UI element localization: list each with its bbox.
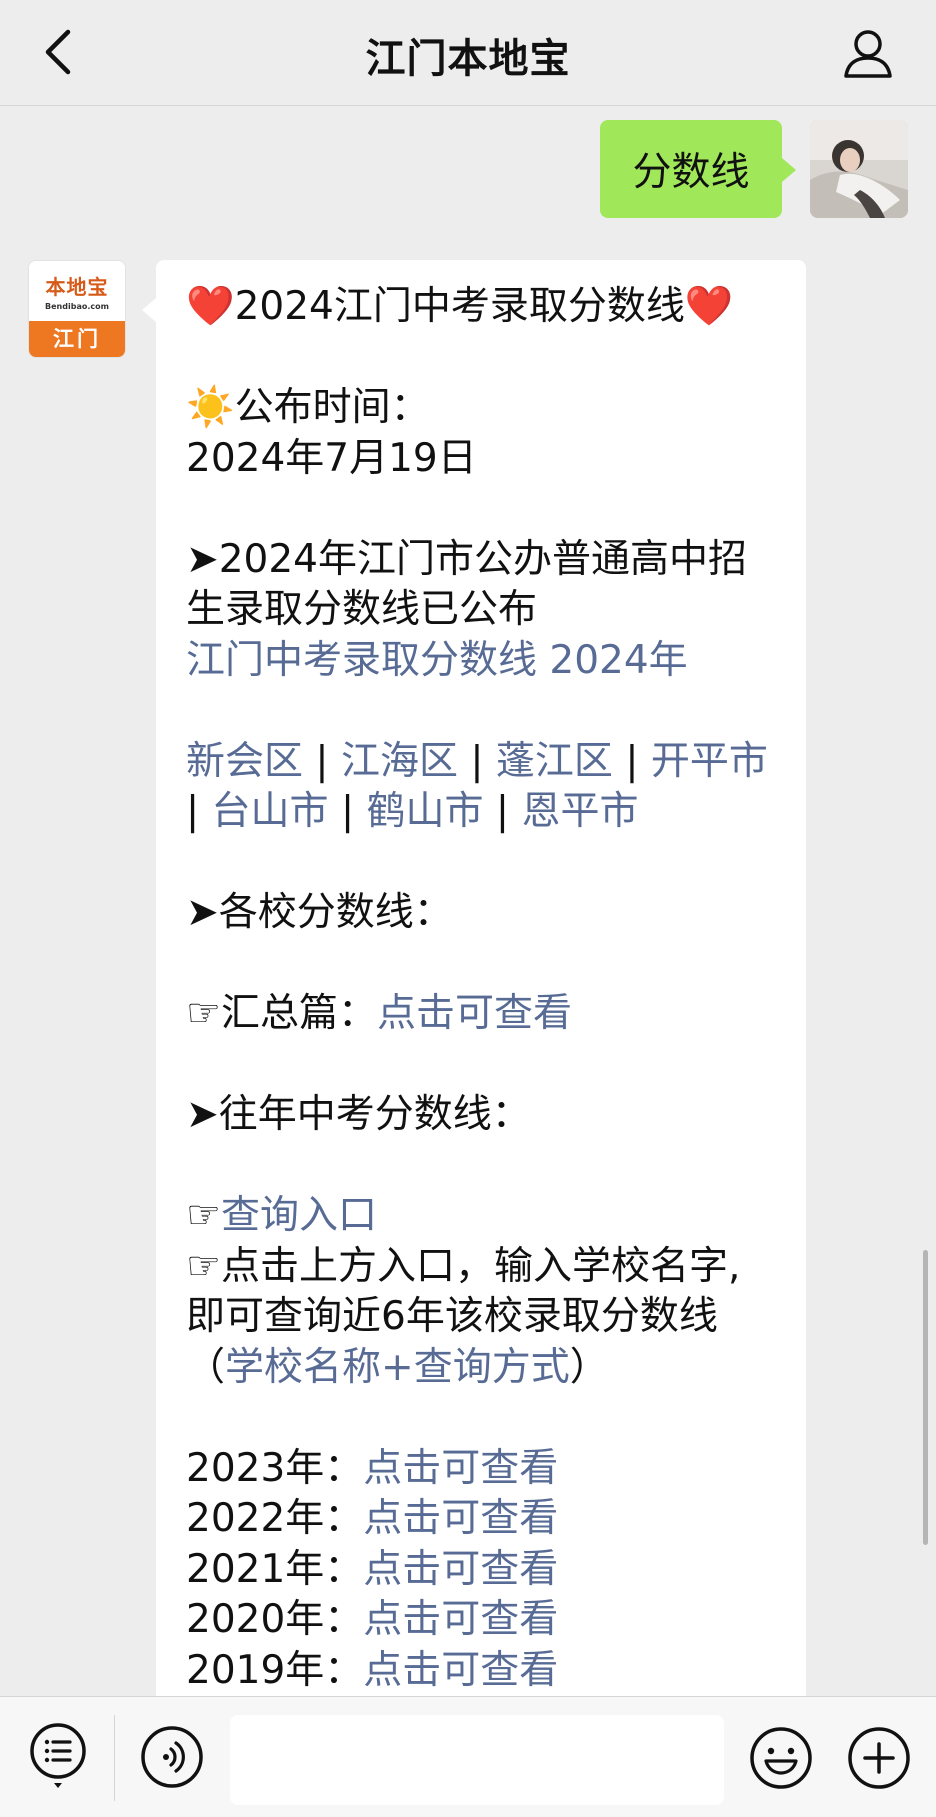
year-row: 2021年：点击可查看 xyxy=(186,1545,778,1596)
sent-message-row: 分数线 xyxy=(588,120,908,220)
query-desc-2: 即可查询近6年该校录取分数线 xyxy=(186,1294,718,1339)
voice-button[interactable] xyxy=(140,1725,204,1789)
avatar-photo xyxy=(810,120,908,218)
voice-icon xyxy=(141,1726,203,1788)
district-link-heshan[interactable]: 鹤山市 xyxy=(367,789,484,834)
scrollbar[interactable] xyxy=(923,1250,928,1545)
plus-icon xyxy=(848,1727,910,1789)
bot-avatar[interactable]: 本地宝 Bendibao.com 江门 xyxy=(28,260,126,358)
query-desc-1: 点击上方入口，输入学校名字, xyxy=(220,1243,741,1289)
list-menu-icon xyxy=(30,1723,86,1788)
query-entry-link[interactable]: 查询入口 xyxy=(221,1193,377,1238)
pointing-hand-icon: ☞ xyxy=(186,1243,221,1289)
query-hint-line: （学校名称+查询方式） xyxy=(186,1344,609,1390)
emoji-button[interactable] xyxy=(748,1725,814,1791)
input-bar xyxy=(0,1696,936,1817)
reply-heading: ❤️2024江门中考录取分数线❤️ xyxy=(186,282,778,333)
year-label: 2020年： xyxy=(186,1597,364,1642)
publish-label: 公布时间： xyxy=(234,385,430,430)
heart-icon: ❤️ xyxy=(186,284,235,329)
past-label-line: ➤往年中考分数线： xyxy=(186,1090,778,1141)
profile-button[interactable] xyxy=(838,24,898,84)
arrow-icon: ➤ xyxy=(186,1092,219,1137)
district-link-pengjiang[interactable]: 蓬江区 xyxy=(496,739,613,784)
avatar-city: 江门 xyxy=(29,321,125,357)
past-label: 往年中考分数线： xyxy=(218,1092,531,1137)
notice-text-1: 2024年江门市公办普通高中招 xyxy=(218,536,747,582)
district-links-row-2: | 台山市 | 鹤山市 | 恩平市 xyxy=(186,789,639,834)
sent-message-bubble[interactable]: 分数线 xyxy=(600,120,796,218)
district-link-kaiping[interactable]: 开平市 xyxy=(651,739,768,784)
smiley-icon xyxy=(750,1727,812,1789)
main-score-link[interactable]: 江门中考录取分数线 2024年 xyxy=(186,638,688,683)
query-hint-link[interactable]: 学校名称+查询方式 xyxy=(225,1345,570,1390)
arrow-icon: ➤ xyxy=(186,536,219,582)
summary-line: ☞汇总篇：点击可查看 xyxy=(186,989,778,1040)
summary-link[interactable]: 点击可查看 xyxy=(377,991,572,1036)
schools-label-line: ➤各校分数线： xyxy=(186,888,778,939)
district-link-xinhui[interactable]: 新会区 xyxy=(186,739,303,784)
arrow-icon: ➤ xyxy=(186,890,219,935)
year-row: 2022年：点击可查看 xyxy=(186,1494,778,1545)
summary-label: 汇总篇： xyxy=(220,991,377,1036)
year-link-2021[interactable]: 点击可查看 xyxy=(363,1547,558,1592)
notice-line-1: ➤2024年江门市公办普通高中招 xyxy=(186,535,778,586)
publish-date: 2024年7月19日 xyxy=(186,435,477,481)
year-label: 2019年： xyxy=(186,1647,364,1693)
heart-icon: ❤️ xyxy=(684,284,734,329)
message-input[interactable] xyxy=(230,1715,724,1805)
avatar-domain: Bendibao.com xyxy=(45,302,109,311)
chat-title: 江门本地宝 xyxy=(365,36,571,82)
year-row: 2020年：点击可查看 xyxy=(186,1595,778,1646)
year-row: 2023年：点击可查看 xyxy=(186,1444,778,1495)
publish-label-line: ☀️公布时间： xyxy=(186,383,778,434)
year-link-2020[interactable]: 点击可查看 xyxy=(363,1597,558,1642)
district-link-taishan[interactable]: 台山市 xyxy=(212,789,329,834)
received-message-bubble: ❤️2024江门中考录取分数线❤️ ☀️公布时间： 2024年7月19日 ➤20… xyxy=(142,260,806,1817)
year-label: 2021年： xyxy=(186,1546,364,1592)
notice-line-2: 生录取分数线已公布 xyxy=(186,587,538,632)
more-button[interactable] xyxy=(846,1725,912,1791)
heading-text: 2024江门中考录取分数线 xyxy=(234,284,685,329)
avatar-logo: 本地宝 Bendibao.com xyxy=(29,261,125,323)
chat-header: 江门本地宝 xyxy=(0,0,936,106)
district-links-row-1: 新会区 | 江海区 | 蓬江区 | 开平市 xyxy=(186,738,768,784)
year-label: 2022年： xyxy=(186,1496,364,1541)
pointing-hand-icon: ☞ xyxy=(186,991,221,1036)
sun-icon: ☀️ xyxy=(186,385,235,430)
person-icon xyxy=(844,30,892,78)
query-entry-line: ☞查询入口 xyxy=(186,1191,778,1242)
avatar-brand: 本地宝 xyxy=(45,275,109,299)
schools-label: 各校分数线： xyxy=(218,890,453,935)
menu-button[interactable] xyxy=(28,1723,88,1789)
year-link-2019[interactable]: 点击可查看 xyxy=(363,1648,558,1693)
year-label: 2023年： xyxy=(186,1445,364,1491)
district-link-jianghai[interactable]: 江海区 xyxy=(341,739,458,784)
year-link-2023[interactable]: 点击可查看 xyxy=(363,1446,558,1491)
district-link-enping[interactable]: 恩平市 xyxy=(521,789,638,834)
year-link-2022[interactable]: 点击可查看 xyxy=(363,1496,558,1541)
pointing-hand-icon: ☞ xyxy=(186,1193,221,1238)
year-row: 2019年：点击可查看 xyxy=(186,1646,778,1697)
input-divider xyxy=(114,1715,115,1801)
my-avatar[interactable] xyxy=(810,120,908,218)
query-desc-line-1: ☞点击上方入口，输入学校名字, xyxy=(186,1242,778,1293)
